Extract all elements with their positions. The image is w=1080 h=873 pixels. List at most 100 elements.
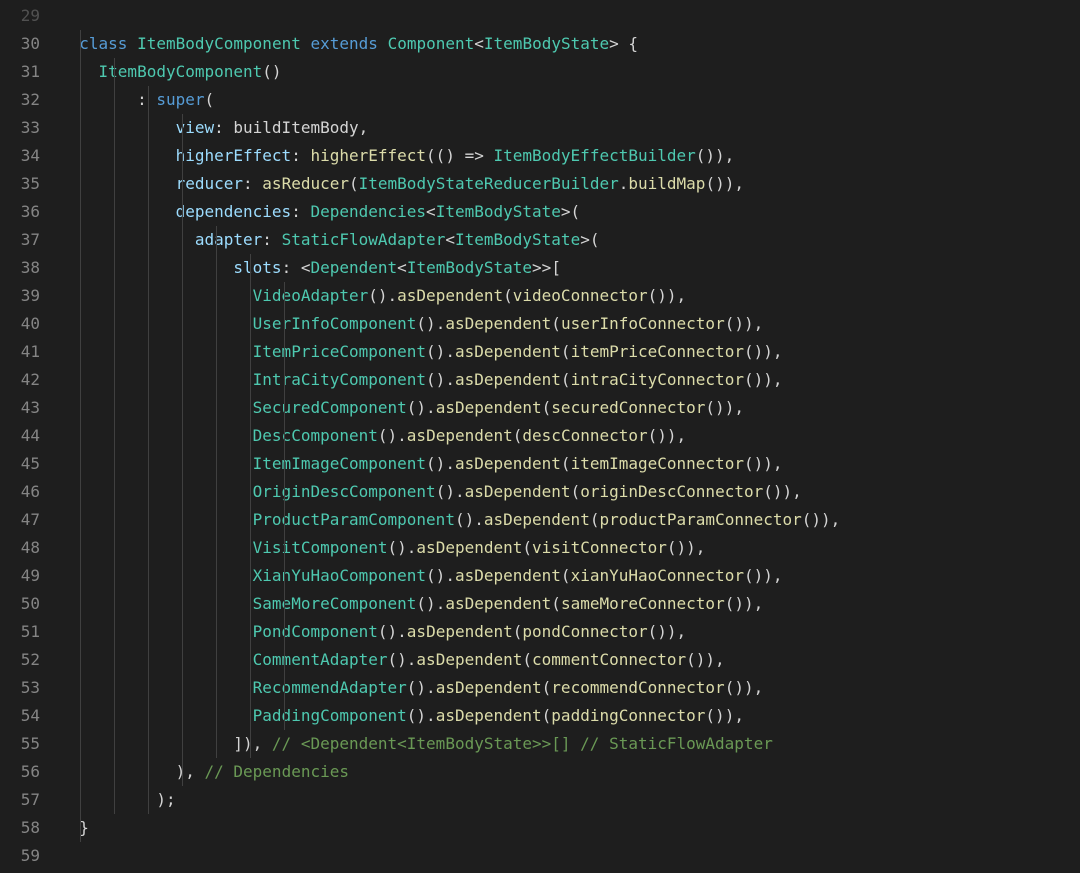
code-line[interactable]: ProductParamComponent().asDependent(prod… <box>60 506 1080 534</box>
code-line[interactable]: CommentAdapter().asDependent(commentConn… <box>60 646 1080 674</box>
code-token: } <box>60 818 89 837</box>
code-token: ( <box>551 314 561 333</box>
code-token: visitConnector <box>532 538 667 557</box>
code-token: OriginDescComponent <box>253 482 436 501</box>
indent-guide <box>114 730 115 758</box>
code-line[interactable]: ItemImageComponent().asDependent(itemIma… <box>60 450 1080 478</box>
code-line[interactable] <box>60 2 1080 30</box>
code-line[interactable]: RecommendAdapter().asDependent(recommend… <box>60 674 1080 702</box>
code-token: PaddingComponent <box>253 706 407 725</box>
indent-guide <box>216 366 217 394</box>
indent-guide <box>80 506 81 534</box>
indent-guide <box>182 394 183 422</box>
code-token: higherEffect <box>176 146 292 165</box>
line-number: 38 <box>0 254 40 282</box>
code-area[interactable]: class ItemBodyComponent extends Componen… <box>60 0 1080 873</box>
indent-guide <box>182 422 183 450</box>
code-token: : <box>214 118 233 137</box>
code-line[interactable]: ), // Dependencies <box>60 758 1080 786</box>
indent-guide <box>182 646 183 674</box>
code-line[interactable]: UserInfoComponent().asDependent(userInfo… <box>60 310 1080 338</box>
indent-guide <box>250 562 251 590</box>
code-token: ()), <box>725 678 764 697</box>
code-line[interactable]: : super( <box>60 86 1080 114</box>
code-line[interactable]: XianYuHaoComponent().asDependent(xianYuH… <box>60 562 1080 590</box>
code-token: : <box>291 202 310 221</box>
indent-guide <box>284 450 285 478</box>
code-line[interactable]: VisitComponent().asDependent(visitConnec… <box>60 534 1080 562</box>
indent-guide <box>80 282 81 310</box>
code-token <box>60 118 176 137</box>
code-line[interactable]: ItemPriceComponent().asDependent(itemPri… <box>60 338 1080 366</box>
code-token: RecommendAdapter <box>253 678 407 697</box>
code-line[interactable]: VideoAdapter().asDependent(videoConnecto… <box>60 282 1080 310</box>
code-line[interactable]: adapter: StaticFlowAdapter<ItemBodyState… <box>60 226 1080 254</box>
code-token: higherEffect <box>310 146 426 165</box>
code-line[interactable]: IntraCityComponent().asDependent(intraCi… <box>60 366 1080 394</box>
code-token: ItemBodyState <box>407 258 532 277</box>
indent-guide <box>284 366 285 394</box>
code-token <box>60 510 253 529</box>
code-token: ( <box>542 398 552 417</box>
code-token: ()), <box>744 370 783 389</box>
indent-guide <box>148 478 149 506</box>
code-line[interactable]: class ItemBodyComponent extends Componen… <box>60 30 1080 58</box>
code-line[interactable]: ); <box>60 786 1080 814</box>
indent-guide <box>284 310 285 338</box>
line-number: 45 <box>0 450 40 478</box>
indent-guide <box>80 730 81 758</box>
line-number: 48 <box>0 534 40 562</box>
code-token: UserInfoComponent <box>253 314 417 333</box>
line-number: 33 <box>0 114 40 142</box>
indent-guide <box>250 590 251 618</box>
code-token <box>60 622 253 641</box>
code-line[interactable]: ]), // <Dependent<ItemBodyState>>[] // S… <box>60 730 1080 758</box>
code-token: StaticFlowAdapter <box>282 230 446 249</box>
code-token: (). <box>407 398 436 417</box>
code-line[interactable]: PondComponent().asDependent(pondConnecto… <box>60 618 1080 646</box>
code-line[interactable]: OriginDescComponent().asDependent(origin… <box>60 478 1080 506</box>
code-token: ( <box>349 174 359 193</box>
code-token: SecuredComponent <box>253 398 407 417</box>
indent-guide <box>114 198 115 226</box>
code-token: >( <box>561 202 580 221</box>
code-token: extends <box>310 34 377 53</box>
code-token: ()), <box>744 454 783 473</box>
line-number: 51 <box>0 618 40 646</box>
code-token: asDependent <box>397 286 503 305</box>
indent-guide <box>148 114 149 142</box>
code-line[interactable]: reducer: asReducer(ItemBodyStateReducerB… <box>60 170 1080 198</box>
code-token: commentConnector <box>532 650 686 669</box>
indent-guide <box>216 226 217 254</box>
code-token: (). <box>416 314 445 333</box>
code-line[interactable]: } <box>60 814 1080 842</box>
code-line[interactable]: DescComponent().asDependent(descConnecto… <box>60 422 1080 450</box>
indent-guide <box>148 562 149 590</box>
indent-guide <box>80 58 81 86</box>
code-token: ItemBodyComponent <box>137 34 301 53</box>
code-token: ()), <box>686 650 725 669</box>
code-token <box>60 538 253 557</box>
code-line[interactable]: view: buildItemBody, <box>60 114 1080 142</box>
indent-guide <box>250 422 251 450</box>
indent-guide <box>80 814 81 842</box>
code-token <box>60 342 253 361</box>
code-token: ()), <box>763 482 802 501</box>
code-line[interactable]: ItemBodyComponent() <box>60 58 1080 86</box>
code-line[interactable]: SecuredComponent().asDependent(securedCo… <box>60 394 1080 422</box>
code-line[interactable]: PaddingComponent().asDependent(paddingCo… <box>60 702 1080 730</box>
code-line[interactable]: slots: <Dependent<ItemBodyState>>[ <box>60 254 1080 282</box>
indent-guide <box>216 254 217 282</box>
indent-guide <box>80 674 81 702</box>
code-editor[interactable]: 2930313233343536373839404142434445464748… <box>0 0 1080 873</box>
code-line[interactable] <box>60 842 1080 870</box>
code-line[interactable]: SameMoreComponent().asDependent(sameMore… <box>60 590 1080 618</box>
code-line[interactable]: higherEffect: higherEffect(() => ItemBod… <box>60 142 1080 170</box>
code-token: ( <box>551 594 561 613</box>
indent-guide <box>114 86 115 114</box>
indent-guide <box>80 618 81 646</box>
code-token <box>60 678 253 697</box>
code-token <box>60 650 253 669</box>
code-line[interactable]: dependencies: Dependencies<ItemBodyState… <box>60 198 1080 226</box>
code-token: >( <box>580 230 599 249</box>
